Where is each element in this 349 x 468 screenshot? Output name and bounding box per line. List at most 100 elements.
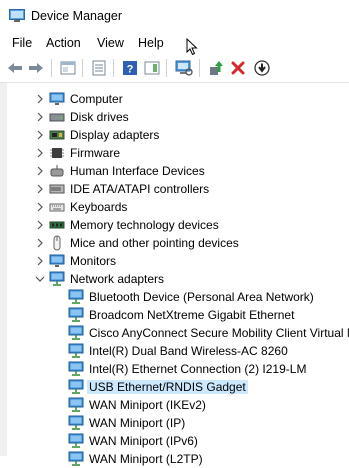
menu-view[interactable]: View (97, 36, 124, 50)
network-adapter-icon (68, 415, 84, 430)
mouse-cursor-icon (186, 38, 198, 56)
properties-button[interactable] (59, 59, 77, 77)
tree-label: Network adapters (70, 272, 165, 286)
chevron-right-icon[interactable] (35, 220, 45, 230)
display-adapter-icon (49, 130, 65, 140)
forward-arrow-icon (29, 63, 43, 73)
svg-text:?: ? (127, 64, 134, 76)
network-adapter-icon (49, 271, 65, 286)
network-adapter-item[interactable]: WAN Miniport (IP) (7, 414, 349, 432)
network-adapter-icon (68, 307, 84, 322)
tree-label: Human Interface Devices (70, 164, 205, 178)
network-adapter-icon (68, 289, 84, 304)
tree-category-display-adapters[interactable]: Display adapters (7, 126, 349, 144)
tree-label: Bluetooth Device (Personal Area Network) (89, 290, 314, 304)
action-pane-button[interactable] (143, 59, 161, 77)
properties-icon (60, 61, 76, 75)
toolbar-separator (82, 59, 83, 77)
tree-category-memory-technology-devices[interactable]: Memory technology devices (7, 216, 349, 234)
device-manager-app-icon (9, 9, 25, 22)
tree-label: Firmware (70, 146, 120, 160)
tree-label: WAN Miniport (L2TP) (89, 452, 203, 466)
toolbar-separator (199, 59, 200, 77)
firmware-icon (50, 148, 64, 158)
tree-label: Keyboards (70, 200, 128, 214)
chevron-right-icon[interactable] (35, 130, 45, 140)
mouse-icon (53, 235, 61, 251)
disable-device-icon (254, 60, 270, 76)
tree-label: Disk drives (70, 110, 129, 124)
network-adapter-icon (68, 325, 84, 340)
network-adapter-icon (68, 343, 84, 358)
chevron-right-icon[interactable] (35, 238, 45, 248)
tree-category-ide-controllers[interactable]: IDE ATA/ATAPI controllers (7, 180, 349, 198)
hid-icon (50, 165, 64, 177)
tree-label: WAN Miniport (IP) (89, 416, 186, 430)
disable-device-button[interactable] (253, 59, 271, 77)
tree-category-human-interface-devices[interactable]: Human Interface Devices (7, 162, 349, 180)
uninstall-device-button[interactable] (229, 59, 247, 77)
network-adapter-item[interactable]: Cisco AnyConnect Secure Mobility Client … (7, 324, 349, 342)
chevron-down-icon[interactable] (35, 274, 45, 284)
console-tree-icon (92, 60, 106, 76)
toolbar: ? (0, 54, 349, 83)
menu-help[interactable]: Help (138, 36, 164, 50)
network-adapter-icon (68, 379, 84, 394)
update-driver-icon (210, 61, 223, 75)
back-button[interactable] (6, 59, 24, 77)
network-adapter-item[interactable]: WAN Miniport (IKEv2) (7, 396, 349, 414)
menu-action[interactable]: Action (46, 36, 81, 50)
network-adapter-item[interactable]: Bluetooth Device (Personal Area Network) (7, 288, 349, 306)
forward-button[interactable] (27, 59, 45, 77)
tree-label: Computer (70, 92, 123, 106)
uninstall-device-icon (231, 61, 245, 75)
tree-label: Monitors (70, 254, 117, 268)
tree-category-mice[interactable]: Mice and other pointing devices (7, 234, 349, 252)
menu-file[interactable]: File (12, 36, 32, 50)
update-driver-button[interactable] (207, 59, 225, 77)
toolbar-separator (166, 59, 167, 77)
help-button[interactable]: ? (121, 59, 139, 77)
network-adapter-item[interactable]: Intel(R) Dual Band Wireless-AC 8260 (7, 342, 349, 360)
tree-category-computer[interactable]: Computer (7, 90, 349, 108)
chevron-right-icon[interactable] (35, 166, 45, 176)
tree-label: Intel(R) Ethernet Connection (2) I219-LM (89, 362, 307, 376)
title-bar: Device Manager (0, 0, 349, 32)
tree-label: USB Ethernet/RNDIS Gadget (87, 380, 248, 394)
network-adapter-icon (68, 361, 84, 376)
tree-category-network-adapters[interactable]: Network adapters (7, 270, 349, 288)
back-arrow-icon (8, 63, 22, 73)
network-adapter-item[interactable]: Intel(R) Ethernet Connection (2) I219-LM (7, 360, 349, 378)
network-adapter-item[interactable]: Broadcom NetXtreme Gigabit Ethernet (7, 306, 349, 324)
tree-category-firmware[interactable]: Firmware (7, 144, 349, 162)
monitor-icon (49, 254, 65, 267)
scan-hardware-button[interactable] (175, 59, 193, 77)
network-adapter-item[interactable]: WAN Miniport (L2TP) (7, 450, 349, 468)
tree-label: WAN Miniport (IPv6) (89, 434, 198, 448)
chevron-right-icon[interactable] (35, 256, 45, 266)
network-adapter-icon (68, 451, 84, 466)
console-tree-button[interactable] (90, 59, 108, 77)
network-adapter-item[interactable]: WAN Miniport (IPv6) (7, 432, 349, 450)
tree-category-monitors[interactable]: Monitors (7, 252, 349, 270)
action-pane-icon (144, 61, 160, 75)
scan-hardware-icon (175, 60, 193, 76)
chevron-right-icon[interactable] (35, 94, 45, 104)
network-adapter-item-selected[interactable]: USB Ethernet/RNDIS Gadget (7, 378, 349, 396)
computer-icon (49, 92, 65, 105)
tree-label: WAN Miniport (IKEv2) (89, 398, 206, 412)
tree-category-disk-drives[interactable]: Disk drives (7, 108, 349, 126)
tree-label: Intel(R) Dual Band Wireless-AC 8260 (89, 344, 288, 358)
chevron-right-icon[interactable] (35, 202, 45, 212)
chevron-right-icon[interactable] (35, 184, 45, 194)
device-tree[interactable]: Computer Disk drives Display adapters Fi… (0, 83, 349, 466)
tree-label: Broadcom NetXtreme Gigabit Ethernet (89, 308, 295, 322)
tree-category-keyboards[interactable]: Keyboards (7, 198, 349, 216)
help-icon: ? (123, 61, 137, 76)
network-adapter-icon (68, 433, 84, 448)
chevron-right-icon[interactable] (35, 112, 45, 122)
window-title: Device Manager (31, 9, 123, 23)
toolbar-separator (51, 59, 52, 77)
chevron-right-icon[interactable] (35, 148, 45, 158)
tree-label: Cisco AnyConnect Secure Mobility Client … (89, 326, 349, 340)
